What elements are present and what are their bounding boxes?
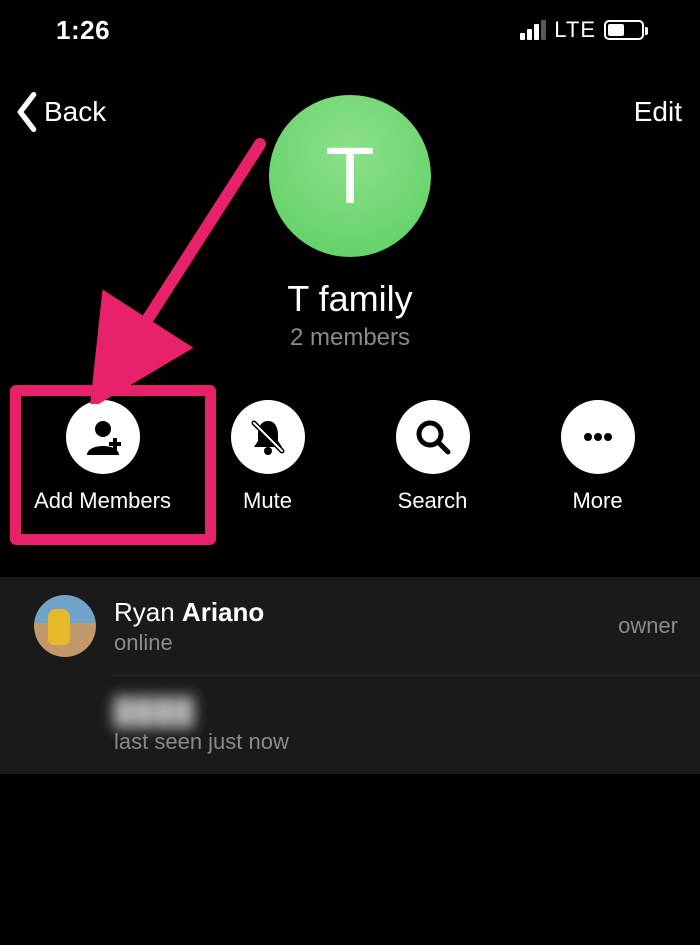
members-list: Ryan Ariano online owner A ████ last see… bbox=[0, 577, 700, 774]
back-button[interactable]: Back bbox=[14, 92, 106, 132]
add-members-label: Add Members bbox=[34, 488, 171, 514]
network-label: LTE bbox=[554, 17, 596, 43]
group-avatar[interactable]: T bbox=[269, 95, 431, 257]
search-button[interactable]: Search bbox=[358, 400, 508, 514]
member-row[interactable]: A ████ last seen just now bbox=[112, 675, 700, 774]
battery-icon bbox=[604, 20, 644, 40]
search-label: Search bbox=[398, 488, 468, 514]
annotation-arrow-icon bbox=[50, 134, 270, 404]
member-status: online bbox=[114, 630, 618, 656]
group-member-count: 2 members bbox=[0, 324, 700, 352]
group-name: T family bbox=[0, 278, 700, 320]
status-bar: 1:26 LTE bbox=[0, 0, 700, 60]
group-avatar-letter: T bbox=[326, 130, 375, 222]
add-members-button[interactable]: Add Members bbox=[28, 400, 178, 514]
mute-label: Mute bbox=[243, 488, 292, 514]
mute-button[interactable]: Mute bbox=[193, 400, 343, 514]
member-avatar bbox=[34, 595, 96, 657]
edit-button[interactable]: Edit bbox=[634, 96, 682, 128]
status-time: 1:26 bbox=[56, 15, 110, 46]
more-label: More bbox=[572, 488, 622, 514]
screen: 1:26 LTE Back Edit T T family 2 members … bbox=[0, 0, 700, 945]
back-label: Back bbox=[44, 96, 106, 128]
more-button[interactable]: More bbox=[523, 400, 673, 514]
action-row: Add Members Mute Search More bbox=[0, 400, 700, 514]
add-person-icon bbox=[66, 400, 140, 474]
chevron-left-icon bbox=[14, 92, 40, 132]
status-right: LTE bbox=[520, 17, 644, 43]
member-row[interactable]: Ryan Ariano online owner bbox=[0, 577, 700, 675]
bottom-spacer bbox=[0, 778, 700, 945]
bell-off-icon bbox=[231, 400, 305, 474]
more-icon bbox=[561, 400, 635, 474]
signal-icon bbox=[520, 20, 546, 40]
member-name-redacted: ████ bbox=[114, 696, 678, 727]
member-role: owner bbox=[618, 613, 678, 639]
member-avatar: A bbox=[34, 694, 96, 756]
search-icon bbox=[396, 400, 470, 474]
member-name: Ryan Ariano bbox=[114, 597, 618, 628]
member-status: last seen just now bbox=[114, 729, 678, 755]
